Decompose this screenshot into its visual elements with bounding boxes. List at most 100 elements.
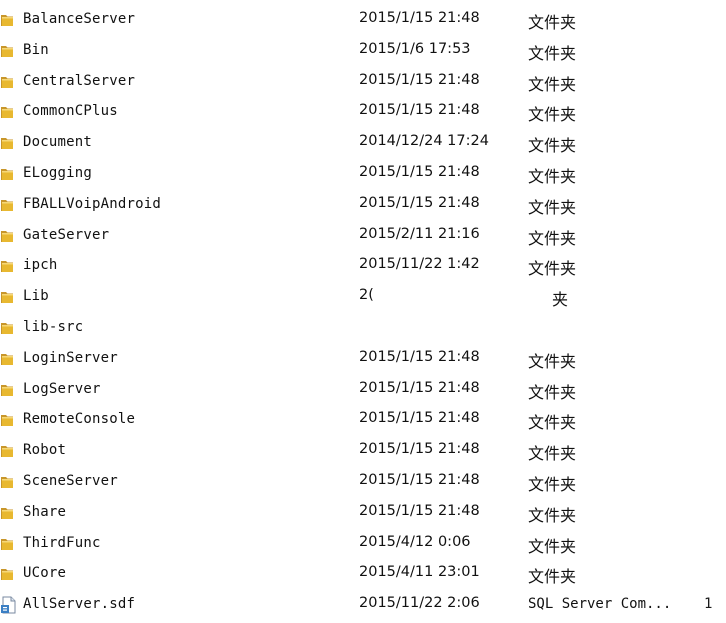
file-name: ipch	[23, 257, 58, 274]
folder-icon	[0, 535, 18, 553]
file-type: 文件夹	[528, 13, 577, 32]
sdf-file-icon	[0, 596, 18, 614]
file-row[interactable]: GateServer 2015/2/11 21:16 文件夹	[0, 221, 726, 252]
folder-icon	[0, 504, 18, 522]
file-row[interactable]: BalanceServer 2015/1/15 21:48 文件夹	[0, 5, 726, 36]
file-date-modified: 2015/1/15 21:48	[359, 163, 480, 180]
file-type: 夹	[552, 290, 569, 310]
file-type: 文件夹	[528, 166, 577, 186]
file-name: Document	[23, 134, 93, 151]
file-row[interactable]: Bin 2015/1/6 17:53 文件夹	[0, 36, 726, 67]
file-type: 文件夹	[528, 351, 577, 371]
folder-icon	[0, 411, 18, 429]
folder-icon	[0, 381, 18, 399]
file-type: 文件夹	[528, 567, 577, 587]
file-name: CentralServer	[23, 72, 136, 89]
file-name: Share	[23, 503, 67, 520]
file-name: ELogging	[23, 164, 93, 181]
file-name: RemoteConsole	[23, 411, 136, 428]
file-date-modified: 2015/1/15 21:48	[359, 502, 480, 519]
file-name: SceneServer	[23, 472, 118, 489]
file-date-modified: 2015/4/11 23:01	[359, 564, 480, 581]
folder-icon	[0, 11, 18, 29]
file-date-modified: 2014/12/24 17:24	[359, 133, 489, 150]
folder-icon	[0, 442, 18, 460]
file-name: BalanceServer	[23, 11, 136, 27]
file-name: AllServer.sdf	[23, 596, 136, 613]
file-type: 文件夹	[528, 228, 577, 248]
file-date-modified: 2015/1/15 21:48	[359, 102, 480, 119]
file-type: 文件夹	[528, 74, 577, 94]
file-row[interactable]: ELogging 2015/1/15 21:48 文件夹	[0, 159, 726, 190]
folder-icon	[0, 42, 18, 60]
file-type: 文件夹	[528, 474, 577, 494]
file-date-modified: 2015/1/15 21:48	[359, 441, 480, 458]
file-type: 文件夹	[528, 259, 577, 279]
file-type: 文件夹	[528, 382, 577, 402]
file-name: CommonCPlus	[23, 103, 118, 120]
folder-icon	[0, 73, 18, 91]
file-row[interactable]: AllServer.sdf 2015/11/22 2:06 SQL Server C…	[0, 590, 726, 621]
file-type: 文件夹	[528, 536, 577, 556]
file-row[interactable]: CommonCPlus 2015/1/15 21:48 文件夹	[0, 97, 726, 128]
folder-icon	[0, 288, 18, 306]
file-size: 1	[704, 596, 713, 613]
folder-icon	[0, 134, 18, 152]
file-name: LoginServer	[23, 349, 118, 366]
file-date-modified: 2015/11/22 1:42	[359, 256, 480, 273]
file-row[interactable]: Share 2015/1/15 21:48 文件夹	[0, 498, 726, 529]
file-name: Robot	[23, 442, 67, 459]
folder-icon	[0, 565, 18, 583]
file-date-modified: 2(	[359, 287, 374, 304]
file-name: ThirdFunc	[23, 534, 101, 551]
file-row[interactable]: SceneServer 2015/1/15 21:48 文件夹	[0, 467, 726, 498]
file-row[interactable]: UCore 2015/4/11 23:01 文件夹	[0, 559, 726, 590]
folder-icon	[0, 319, 18, 337]
file-name: LogServer	[23, 380, 101, 397]
file-date-modified: 2015/11/22 2:06	[359, 595, 480, 612]
file-row[interactable]: Robot 2015/1/15 21:48 文件夹	[0, 436, 726, 467]
file-row[interactable]: Lib 2( 夹	[0, 282, 726, 313]
file-row[interactable]: FBALLVoipAndroid 2015/1/15 21:48 文件夹	[0, 190, 726, 221]
file-name: lib-src	[23, 318, 84, 335]
file-name: Bin	[23, 41, 49, 58]
folder-icon	[0, 227, 18, 245]
file-type: 文件夹	[528, 505, 577, 525]
folder-icon	[0, 257, 18, 275]
file-date-modified: 2015/1/15 21:48	[359, 71, 480, 88]
folder-icon	[0, 350, 18, 368]
file-row[interactable]: Document 2014/12/24 17:24 文件夹	[0, 128, 726, 159]
file-date-modified: 2015/1/15 21:48	[359, 379, 480, 396]
file-type: 文件夹	[528, 197, 577, 217]
file-date-modified: 2015/1/15 21:48	[359, 348, 480, 365]
file-row[interactable]: lib-src	[0, 313, 726, 344]
file-date-modified: 2015/2/11 21:16	[359, 225, 480, 242]
folder-icon	[0, 473, 18, 491]
folder-icon	[0, 103, 18, 121]
file-type: 文件夹	[528, 43, 577, 63]
file-date-modified: 2015/1/6 17:53	[359, 40, 471, 57]
file-type: 文件夹	[528, 136, 577, 156]
file-date-modified: 2015/1/15 21:48	[359, 471, 480, 488]
file-row[interactable]: ThirdFunc 2015/4/12 0:06 文件夹	[0, 529, 726, 560]
file-date-modified: 2015/4/12 0:06	[359, 533, 471, 550]
file-row[interactable]: LogServer 2015/1/15 21:48 文件夹	[0, 375, 726, 406]
file-list: BalanceServer 2015/1/15 21:48 文件夹 Bin 2015/1…	[0, 5, 726, 621]
file-type: 文件夹	[528, 413, 577, 433]
file-row[interactable]: CentralServer 2015/1/15 21:48 文件夹	[0, 67, 726, 98]
file-date-modified: 2015/1/15 21:48	[359, 194, 480, 211]
file-row[interactable]: LoginServer 2015/1/15 21:48 文件夹	[0, 344, 726, 375]
file-type: 文件夹	[528, 105, 577, 125]
file-type: 文件夹	[528, 444, 577, 464]
file-row[interactable]: RemoteConsole 2015/1/15 21:48 文件夹	[0, 405, 726, 436]
file-row[interactable]: ipch 2015/11/22 1:42 文件夹	[0, 251, 726, 282]
file-name: Lib	[23, 288, 49, 305]
file-name: UCore	[23, 565, 67, 582]
file-name: GateServer	[23, 226, 110, 243]
folder-icon	[0, 165, 18, 183]
file-date-modified: 2015/1/15 21:48	[359, 10, 480, 26]
file-type: SQL Server Com...	[528, 596, 672, 613]
file-date-modified: 2015/1/15 21:48	[359, 410, 480, 427]
file-name: FBALLVoipAndroid	[23, 195, 162, 212]
folder-icon	[0, 196, 18, 214]
